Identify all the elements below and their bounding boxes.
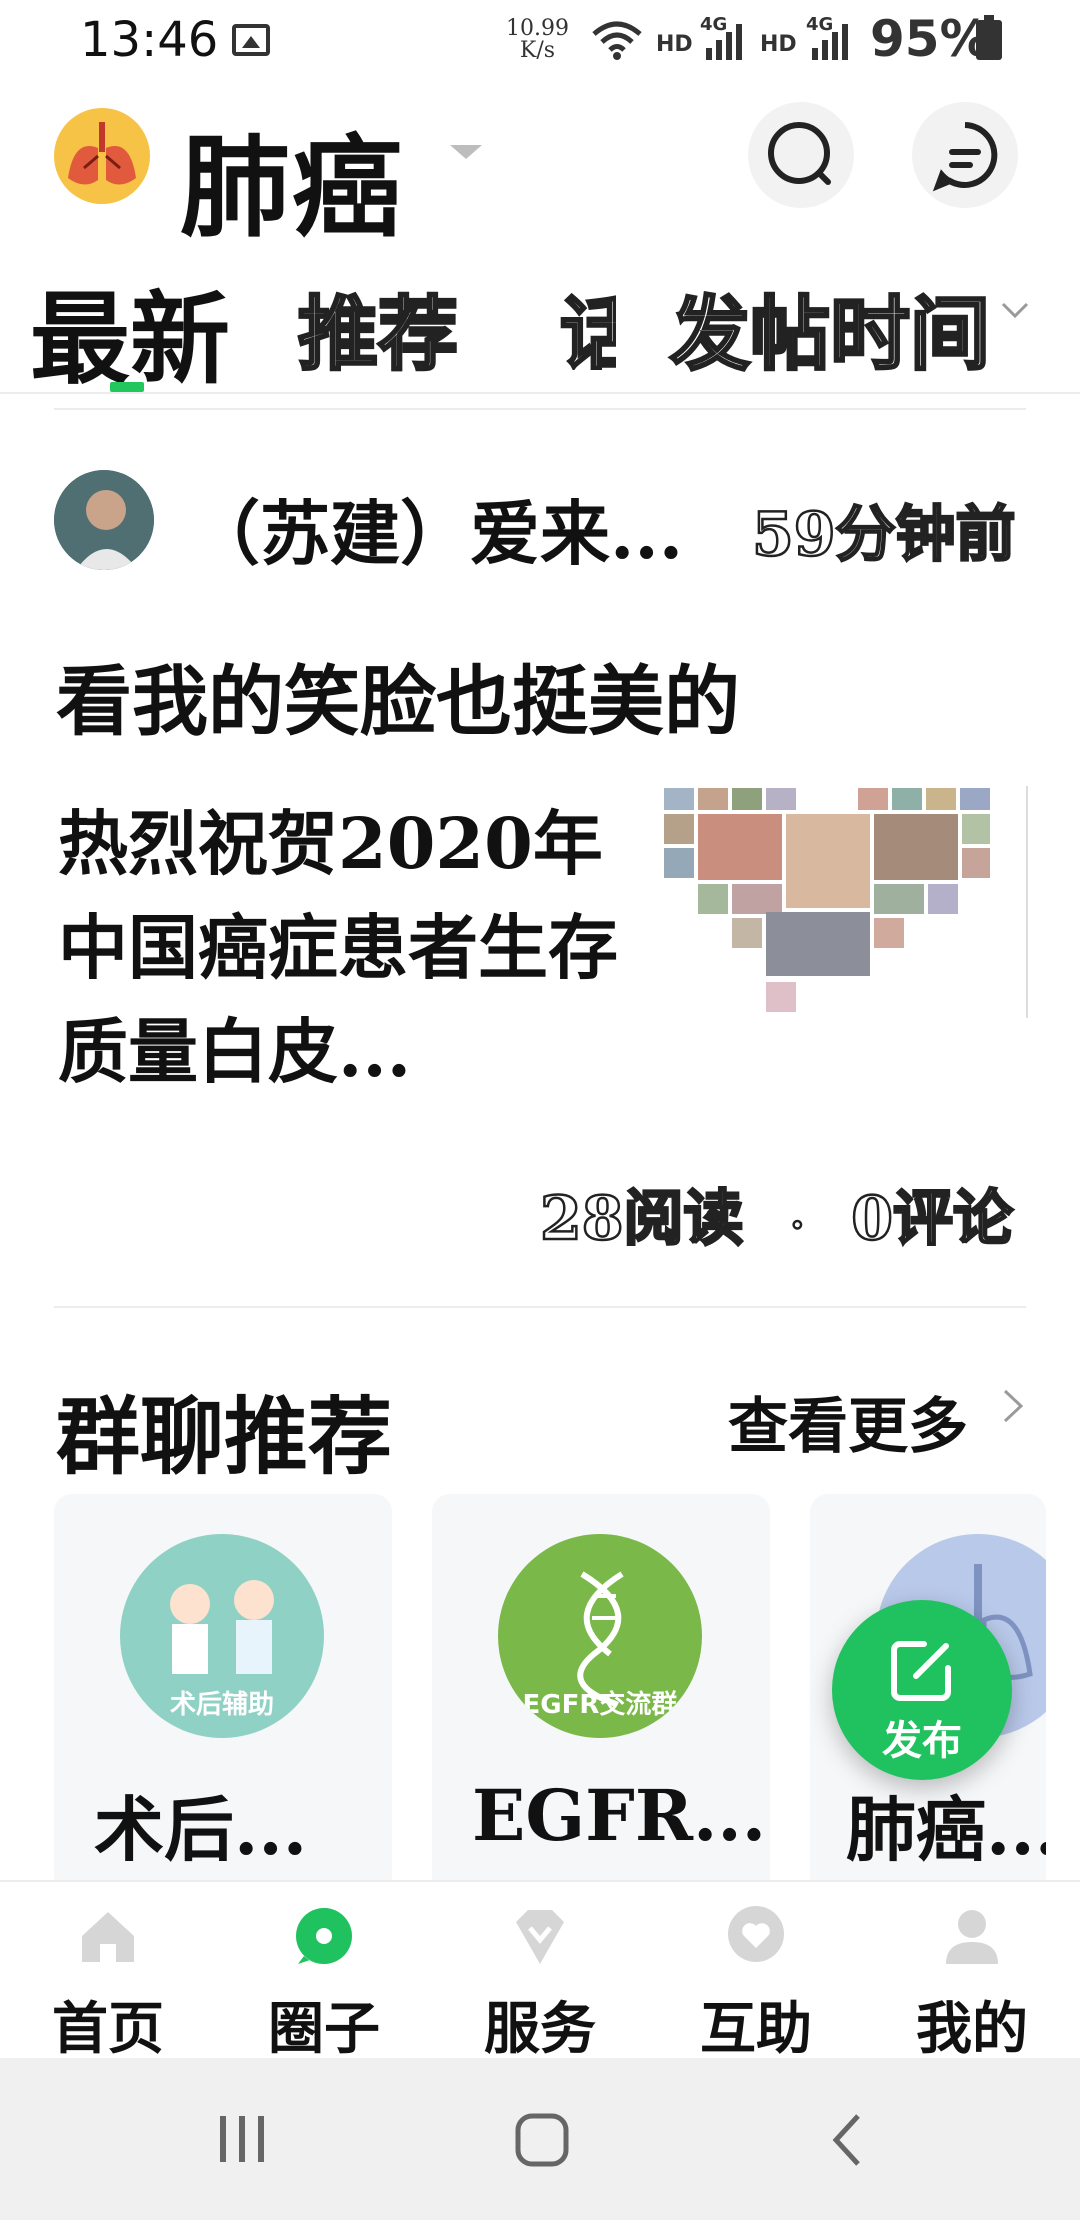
circle-icon	[296, 1908, 352, 1964]
page-title[interactable]: 肺癌	[180, 98, 404, 258]
heart-icon	[728, 1906, 784, 1962]
bottom-nav: 首页 圈子 服务 互助 我的	[0, 1880, 1080, 2062]
nav-label: 互助	[700, 1996, 812, 2062]
section-title: 群聊推荐	[56, 1387, 393, 1486]
post-divider	[54, 1306, 1026, 1308]
network-speed-unit: K/s	[519, 38, 556, 63]
tab-topic: 话	[560, 286, 616, 371]
signal-icon	[812, 24, 848, 60]
publish-button[interactable]: 发布	[832, 1600, 1012, 1780]
post-excerpt[interactable]: 热烈祝贺2020年中国癌症患者生存质量白皮...	[58, 792, 618, 1104]
nav-service[interactable]: 服务	[432, 1882, 648, 2062]
nav-label: 服务	[484, 1996, 596, 2062]
lung-logo-icon[interactable]	[54, 108, 150, 204]
stats-separator: ·	[789, 1201, 805, 1251]
search-icon	[768, 122, 831, 185]
signal-icon	[706, 24, 742, 60]
hd-label-2: HD	[760, 32, 797, 57]
nav-label: 我的	[916, 1996, 1028, 2062]
nav-circle[interactable]: 圈子	[216, 1882, 432, 2062]
battery-icon	[976, 15, 1002, 60]
wifi-icon	[592, 21, 642, 60]
post-title[interactable]: 看我的笑脸也挺美的	[56, 640, 740, 750]
group-name: EGFR...	[472, 1774, 767, 1857]
message-icon	[932, 122, 998, 192]
feed-divider	[54, 408, 1026, 410]
post-time: 59分钟前	[751, 499, 1017, 572]
group-name: 肺癌...	[846, 1788, 1046, 1871]
status-bar: 13:46 10.99 K/s HD 4G HD 4G 95%	[0, 0, 1080, 84]
chevron-right-icon[interactable]	[1000, 1386, 1026, 1426]
system-nav-bar	[0, 2058, 1080, 2220]
home-icon	[82, 1912, 134, 1962]
publish-label: 发布	[882, 1718, 962, 1764]
network-speed-value: 10.99	[506, 16, 569, 41]
group-card[interactable]: 术后辅助 术后...	[54, 1494, 392, 1894]
image-icon	[232, 24, 270, 56]
battery-percent: 95%	[870, 10, 990, 68]
active-tab-indicator	[110, 382, 144, 392]
group-avatar-text: 术后辅助	[169, 1690, 274, 1720]
nav-profile[interactable]: 我的	[864, 1882, 1080, 2062]
tabs-divider	[0, 392, 1080, 394]
nav-home[interactable]: 首页	[0, 1882, 216, 2062]
tab-topic-clipped[interactable]: 话	[560, 270, 616, 371]
group-avatar-text: EGFR交流群	[522, 1690, 678, 1720]
comment-count: 0评论	[850, 1183, 1014, 1256]
nav-label: 首页	[52, 1996, 164, 2062]
tab-recommended[interactable]: 推荐	[297, 270, 460, 386]
service-icon	[516, 1910, 564, 1964]
back-icon[interactable]	[828, 2112, 868, 2168]
group-avatar: 术后辅助	[120, 1534, 324, 1738]
search-button[interactable]	[748, 102, 854, 208]
post-author[interactable]: （苏建）爱来...	[190, 478, 683, 579]
home-button-icon[interactable]	[514, 2112, 570, 2168]
recent-apps-icon[interactable]	[214, 2114, 270, 2164]
group-card[interactable]: EGFR交流群 EGFR...	[432, 1494, 770, 1894]
post-stats: 28阅读 · 0评论	[539, 1170, 1014, 1257]
edit-icon	[891, 1641, 951, 1701]
read-count: 28阅读	[539, 1183, 745, 1256]
group-avatar: EGFR交流群	[498, 1534, 702, 1738]
profile-icon	[946, 1910, 998, 1964]
group-name: 术后...	[94, 1788, 308, 1871]
post-thumbnail[interactable]	[662, 786, 1028, 1018]
hd-label-1: HD	[656, 32, 693, 57]
nav-label: 圈子	[268, 1996, 380, 2062]
message-button[interactable]	[912, 102, 1018, 208]
network-speed: 10.99 K/s	[506, 18, 569, 62]
avatar[interactable]	[54, 470, 154, 570]
sort-dropdown[interactable]: 发帖时间	[669, 270, 992, 386]
status-time: 13:46	[80, 12, 219, 68]
chevron-down-icon[interactable]	[1000, 300, 1030, 320]
title-dropdown-icon[interactable]	[450, 145, 482, 159]
nav-mutual-help[interactable]: 互助	[648, 1882, 864, 2062]
see-more-link[interactable]: 查看更多	[728, 1378, 968, 1465]
